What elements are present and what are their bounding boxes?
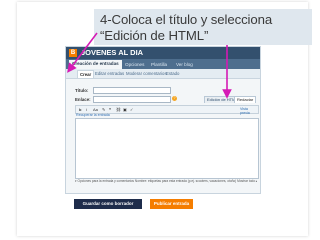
link-icon[interactable]: ⛓ [116,107,121,112]
tab-settings[interactable]: Opciones [122,61,147,69]
quote-icon[interactable]: ❝ [109,107,111,112]
subtab-create[interactable]: Crear [77,70,95,78]
compose-tab[interactable]: Redactar [234,96,257,103]
spellcheck-icon[interactable]: ✓ [130,107,133,112]
post-options-row[interactable]: ▾ Opciones para la entrada y comentarios… [75,178,257,184]
blogger-screenshot: B JOVENES AL DIA Creación de entradas Op… [65,46,261,194]
title-input[interactable] [93,87,171,94]
image-icon[interactable]: ▣ [123,107,127,112]
title-label: Título: [75,88,89,93]
post-body-editor[interactable] [75,118,259,179]
preview-link[interactable]: Vista previa [240,107,258,115]
slide: 4-Coloca el título y selecciona “Edición… [0,0,320,240]
tab-view-blog[interactable]: Ver blog [173,61,196,69]
help-icon[interactable]: ? [172,96,177,101]
caption-line-2: “Edición de HTML” [100,28,209,43]
sub-tabs: Crear Editar entradas Moderar comentario… [66,69,260,79]
blogger-logo-icon: B [69,49,77,57]
blog-name[interactable]: JOVENES AL DIA [81,49,143,57]
main-tabs: Creación de entradas Opciones Plantilla … [66,59,260,69]
subtab-status[interactable]: Estado [164,70,181,77]
save-draft-button[interactable]: Guardar como borrador [74,199,142,209]
tab-posting[interactable]: Creación de entradas [69,60,122,69]
recover-post-link[interactable]: Recuperar la entrada [76,113,110,117]
subtab-edit-posts[interactable]: Editar entradas [93,70,126,77]
caption-line-1: 4-Coloca el título y selecciona [100,12,273,27]
subtab-moderate-comments[interactable]: Moderar comentarios [124,70,169,77]
pen-icon[interactable]: ✎ [102,107,105,112]
link-label: Enlace: [75,97,91,102]
bold-icon[interactable]: b [79,107,81,112]
link-input[interactable] [93,96,171,103]
tab-template[interactable]: Plantilla [148,61,170,69]
caption: 4-Coloca el título y selecciona “Edición… [100,12,310,44]
blog-header: B JOVENES AL DIA [66,47,260,59]
publish-post-button[interactable]: Publicar entrada [150,199,193,209]
font-icon[interactable]: Aa [93,107,98,112]
italic-icon[interactable]: i [86,107,87,112]
